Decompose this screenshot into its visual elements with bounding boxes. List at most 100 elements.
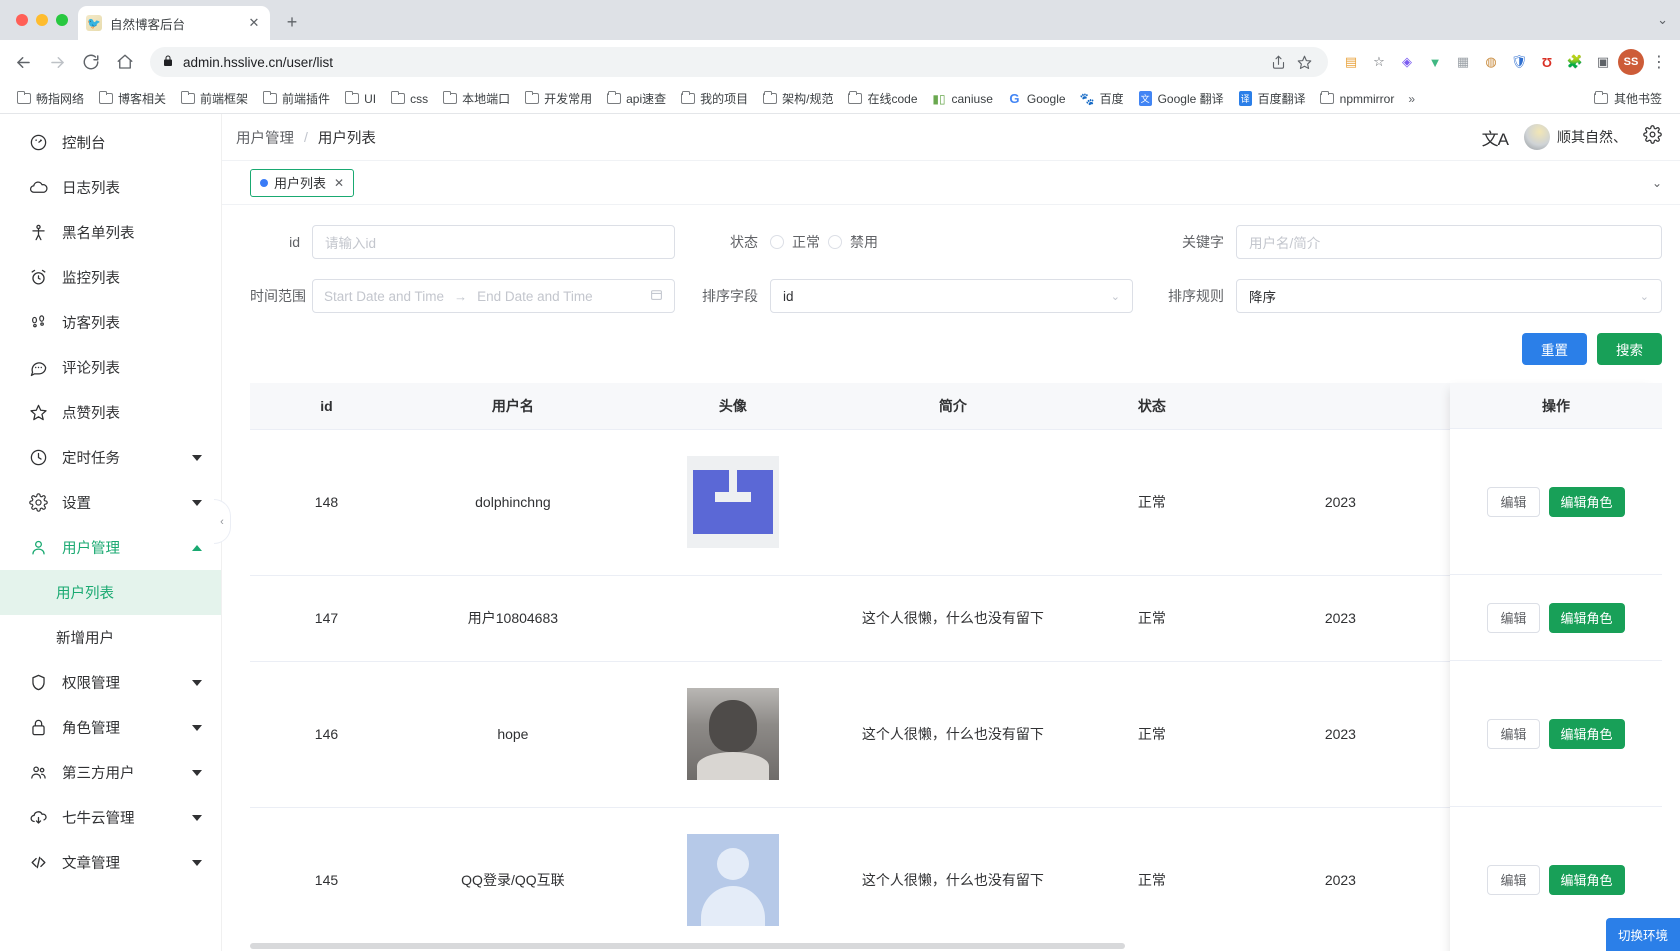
sort-rule-select[interactable]: 降序 ⌄ — [1236, 279, 1662, 313]
edit-role-button[interactable]: 编辑角色 — [1548, 718, 1625, 749]
maximize-window-button[interactable] — [56, 14, 68, 26]
keyword-input[interactable]: 用户名/简介 — [1236, 225, 1662, 259]
edit-button[interactable]: 编辑 — [1487, 718, 1540, 749]
bookmark-item[interactable]: G Google — [1001, 88, 1072, 109]
edit-role-button[interactable]: 编辑角色 — [1548, 486, 1625, 517]
home-icon[interactable] — [110, 47, 140, 77]
view-tab-close-icon[interactable]: ✕ — [334, 176, 344, 190]
back-arrow-icon[interactable] — [8, 47, 38, 77]
forward-arrow-icon[interactable] — [42, 47, 72, 77]
bookmark-item[interactable]: 架构/规范 — [756, 87, 839, 110]
bookmark-item[interactable]: 🐾 百度 — [1074, 87, 1130, 110]
edit-role-button[interactable]: 编辑角色 — [1548, 602, 1625, 633]
bookmark-item[interactable]: 文 Google 翻译 — [1132, 87, 1230, 110]
sidebar-item-11[interactable]: 角色管理 — [0, 705, 221, 750]
radio-circle-icon — [828, 235, 842, 249]
view-tabs-expand-icon[interactable]: ⌄ — [1652, 176, 1662, 190]
sidebar-item-1[interactable]: 日志列表 — [0, 165, 221, 210]
sidebar-item-4[interactable]: 访客列表 — [0, 300, 221, 345]
circle-extension-icon[interactable]: ◍ — [1478, 49, 1504, 75]
red-extension-icon[interactable]: Ʊ — [1534, 49, 1560, 75]
star-icon[interactable] — [1292, 50, 1316, 74]
view-tab-user-list[interactable]: 用户列表 ✕ — [250, 168, 355, 197]
operation-cell: 编辑 编辑角色 — [1450, 661, 1662, 807]
bookmark-manager-icon[interactable]: ☆ — [1366, 49, 1392, 75]
calendar-icon[interactable] — [650, 288, 663, 304]
bookmark-item[interactable]: 在线code — [841, 87, 923, 110]
side-panel-icon[interactable]: ▣ — [1590, 49, 1616, 75]
new-tab-button[interactable]: + — [278, 8, 306, 36]
search-button[interactable]: 搜索 — [1597, 333, 1662, 365]
user-menu[interactable]: 顺其自然、 — [1524, 124, 1627, 150]
grid-extension-icon[interactable]: ▦ — [1450, 49, 1476, 75]
reset-button[interactable]: 重置 — [1522, 333, 1587, 365]
bookmark-item[interactable]: 博客相关 — [92, 87, 172, 110]
switch-environment-badge[interactable]: 切换环境 — [1605, 918, 1680, 951]
sidebar-item-6[interactable]: 点赞列表 — [0, 390, 221, 435]
cell-avatar — [622, 807, 843, 951]
status-radio-normal[interactable]: 正常 — [770, 232, 820, 252]
profile-avatar[interactable]: SS — [1618, 49, 1644, 75]
reload-icon[interactable] — [76, 47, 106, 77]
minimize-window-button[interactable] — [36, 14, 48, 26]
bookmark-item[interactable]: 开发常用 — [518, 87, 598, 110]
bookmark-item[interactable]: 前端插件 — [256, 87, 336, 110]
sidebar-item-9[interactable]: 用户管理 — [0, 525, 221, 570]
vue-devtools-icon[interactable]: ▼ — [1422, 49, 1448, 75]
bookmarks-overflow-icon[interactable]: » — [1402, 90, 1421, 108]
bookmark-item[interactable]: 前端框架 — [174, 87, 254, 110]
sidebar-item-5[interactable]: 评论列表 — [0, 345, 221, 390]
bookmark-item[interactable]: UI — [338, 88, 382, 109]
sort-field-select[interactable]: id ⌄ — [770, 279, 1133, 313]
sidebar-item-12[interactable]: 第三方用户 — [0, 750, 221, 795]
page-scroll-area[interactable]: id 请输入id 状态 正常 禁用 关键字 用户名/简介 时间范围 Start … — [222, 205, 1680, 951]
tab-close-icon[interactable]: ✕ — [246, 15, 262, 31]
bookmark-item[interactable]: 本地端口 — [436, 87, 516, 110]
sidebar-item-3[interactable]: 监控列表 — [0, 255, 221, 300]
other-bookmarks-item[interactable]: 其他书签 — [1588, 87, 1668, 110]
bookmark-item[interactable]: npmmirror — [1314, 88, 1401, 109]
edit-button[interactable]: 编辑 — [1487, 486, 1540, 517]
folder-icon — [344, 90, 359, 106]
puzzle-extensions-icon[interactable]: 🧩 — [1562, 49, 1588, 75]
sidebar-item-label: 日志列表 — [62, 181, 120, 197]
sidebar-item-2[interactable]: 黑名单列表 — [0, 210, 221, 255]
edit-role-button[interactable]: 编辑角色 — [1548, 864, 1625, 895]
sidebar-item-10[interactable]: 权限管理 — [0, 660, 221, 705]
gear-icon[interactable] — [1643, 125, 1662, 149]
bookmark-item[interactable]: css — [384, 88, 434, 109]
purple-extension-icon[interactable]: ◈ — [1394, 49, 1420, 75]
address-bar[interactable]: admin.hsslive.cn/user/list — [150, 47, 1328, 77]
bookmark-item[interactable]: 我的项目 — [674, 87, 754, 110]
sidebar-item-13[interactable]: 七牛云管理 — [0, 795, 221, 840]
status-radio-disabled[interactable]: 禁用 — [828, 232, 878, 252]
sidebar-item-14[interactable]: 文章管理 — [0, 840, 221, 885]
bookmark-item[interactable]: 译百度翻译 — [1232, 87, 1312, 110]
id-input[interactable]: 请输入id — [312, 225, 675, 259]
bookmark-item[interactable]: api速查 — [600, 87, 672, 110]
translate-icon[interactable]: 文A — [1482, 125, 1509, 150]
bookmark-item[interactable]: ▮▯ caniuse — [926, 88, 999, 109]
chevron-down-icon: ⌄ — [1110, 290, 1120, 303]
browser-tab[interactable]: 🐦 自然博客后台 ✕ — [78, 6, 270, 40]
sidebar-subitem-1[interactable]: 新增用户 — [0, 615, 221, 660]
bitwarden-icon[interactable]: 🛡 — [1506, 49, 1532, 75]
sidebar-item-7[interactable]: 定时任务 — [0, 435, 221, 480]
edit-button[interactable]: 编辑 — [1487, 864, 1540, 895]
browser-menu-icon[interactable]: ⋮ — [1646, 49, 1672, 75]
sidebar-subitem-0[interactable]: 用户列表 — [0, 570, 221, 615]
reading-list-icon[interactable]: ▤ — [1338, 49, 1364, 75]
edit-button[interactable]: 编辑 — [1487, 602, 1540, 633]
date-range-picker[interactable]: Start Date and Time → End Date and Time — [312, 279, 675, 313]
avatar — [1524, 124, 1550, 150]
tabstrip-menu-icon[interactable]: ⌄ — [1657, 0, 1680, 40]
sidebar-item-label: 第三方用户 — [62, 766, 135, 782]
breadcrumb-root[interactable]: 用户管理 — [236, 127, 294, 148]
bookmark-item[interactable]: 畅指网络 — [10, 87, 90, 110]
close-window-button[interactable] — [16, 14, 28, 26]
sidebar-item-8[interactable]: 设置 — [0, 480, 221, 525]
share-icon[interactable] — [1266, 50, 1290, 74]
avatar-image — [686, 834, 779, 926]
sidebar-item-0[interactable]: 控制台 — [0, 120, 221, 165]
sidebar-item-label: 用户管理 — [62, 541, 120, 557]
